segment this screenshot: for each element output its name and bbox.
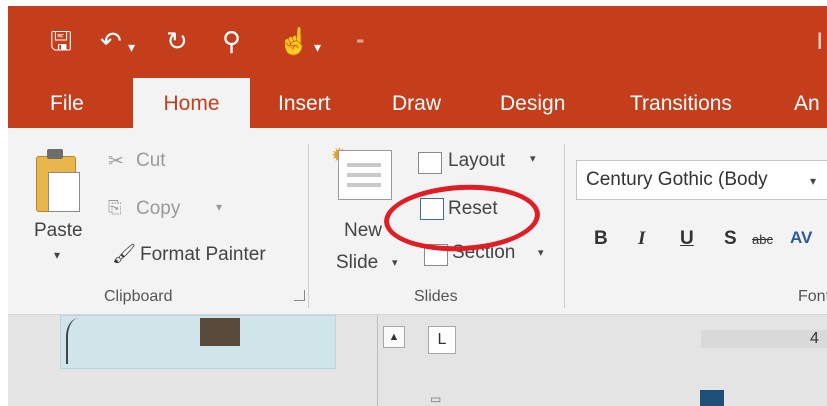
font-name-value: Century Gothic (Body <box>586 169 768 190</box>
clipboard-launcher-icon[interactable] <box>294 290 305 301</box>
tab-home[interactable]: Home <box>133 78 250 128</box>
scroll-up-icon[interactable]: ▲ <box>383 326 405 348</box>
tab-animations[interactable]: An <box>794 92 820 116</box>
paste-dropdown-icon[interactable]: ▾ <box>54 248 60 262</box>
font-group-label: Font <box>798 288 827 305</box>
format-painter-button[interactable]: Format Painter <box>140 244 266 266</box>
cut-button[interactable]: Cut <box>136 150 166 172</box>
slide-line <box>347 173 381 177</box>
repeat-icon[interactable]: ↻ <box>166 28 188 54</box>
layout-dropdown-icon[interactable]: ▾ <box>530 152 536 165</box>
section-dropdown-icon[interactable]: ▾ <box>538 246 544 259</box>
new-slide-label-line2[interactable]: Slide <box>336 252 378 274</box>
shadow-button[interactable]: S <box>724 228 737 250</box>
font-dropdown-icon[interactable]: ▾ <box>810 174 816 188</box>
quick-access-toolbar: 🖫 ↶ ▾ ↻ ⚲ ☝ ▾ ⁼ I <box>8 6 827 78</box>
copy-button[interactable]: Copy <box>136 198 180 220</box>
layout-button[interactable]: Layout <box>448 150 505 172</box>
new-slide-dropdown-icon[interactable]: ▾ <box>392 256 398 269</box>
customize-qat-icon[interactable]: ⁼ <box>356 32 364 58</box>
copy-dropdown-icon[interactable]: ▾ <box>216 200 222 214</box>
character-spacing-button[interactable]: AV <box>790 228 812 248</box>
new-slide-icon[interactable] <box>338 150 392 200</box>
undo-icon[interactable]: ↶ <box>100 28 122 54</box>
copy-icon: ⎘ <box>108 198 122 217</box>
touch-mode-icon[interactable]: ☝ <box>278 28 310 54</box>
slide-canvas-corner <box>700 390 724 406</box>
thumbnail-graphic <box>66 318 98 364</box>
new-slide-label-line1[interactable]: New <box>344 220 382 242</box>
present-from-beginning-icon[interactable]: ⚲ <box>222 28 241 54</box>
group-divider <box>564 144 565 308</box>
layout-icon <box>418 152 442 174</box>
undo-dropdown-icon[interactable]: ▾ <box>128 34 135 60</box>
clipboard-group-label: Clipboard <box>104 288 173 305</box>
strikethrough-button[interactable]: abc <box>752 232 773 247</box>
scissors-icon: ✂ <box>108 151 124 172</box>
slides-group-label: Slides <box>414 288 458 305</box>
underline-button[interactable]: U <box>680 228 694 250</box>
group-divider <box>308 144 309 308</box>
format-painter-icon: 🖌 <box>112 244 137 265</box>
vertical-ruler-mark: ▭ <box>430 392 442 406</box>
touch-dropdown-icon[interactable]: ▾ <box>314 34 321 60</box>
slide-thumbnail[interactable] <box>60 315 336 369</box>
font-name-combobox[interactable]: Century Gothic (Body <box>576 160 827 200</box>
paste-sheet-icon <box>48 172 80 212</box>
tab-insert[interactable]: Insert <box>278 92 331 116</box>
ribbon-tabs: File Home Insert Draw Design Transitions… <box>8 78 827 128</box>
tab-design[interactable]: Design <box>500 92 565 116</box>
italic-button[interactable]: I <box>638 228 645 250</box>
bold-button[interactable]: B <box>594 228 608 250</box>
slide-line <box>347 183 381 187</box>
title-text: I <box>816 28 823 55</box>
tab-draw[interactable]: Draw <box>392 92 441 116</box>
pane-splitter[interactable] <box>377 315 378 406</box>
tab-selector[interactable]: L <box>428 326 456 354</box>
horizontal-ruler <box>701 330 827 348</box>
tab-transitions[interactable]: Transitions <box>630 92 732 116</box>
paste-label[interactable]: Paste <box>34 220 83 242</box>
save-icon[interactable]: 🖫 <box>50 28 72 54</box>
slide-line <box>347 163 381 167</box>
thumbnail-photo <box>200 318 240 346</box>
ruler-number: 4 <box>810 330 819 347</box>
tab-file[interactable]: File <box>50 92 84 116</box>
